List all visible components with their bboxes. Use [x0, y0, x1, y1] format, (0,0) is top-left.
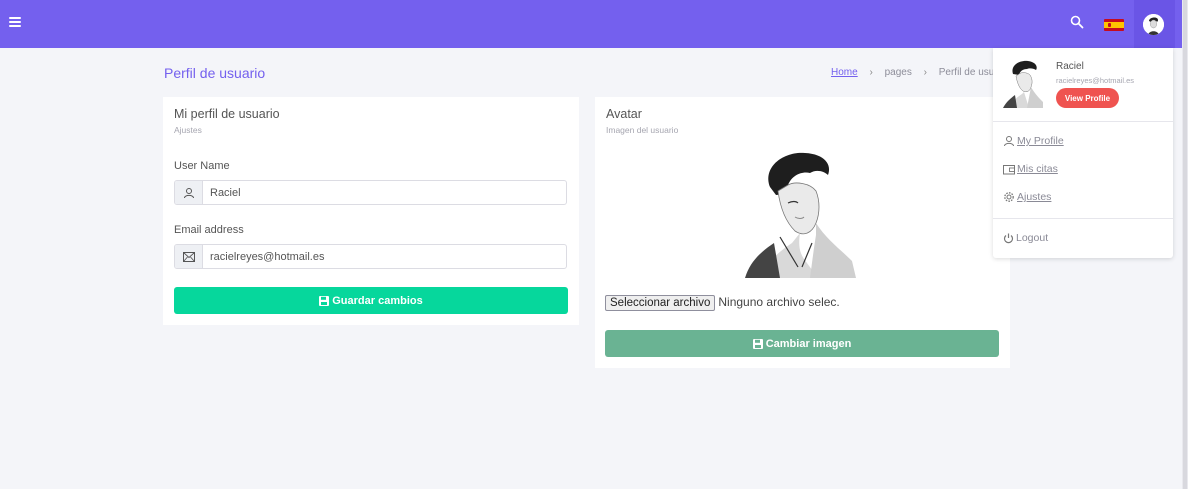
logout-label: Logout [1016, 232, 1049, 244]
user-icon [175, 181, 203, 204]
username-label: User Name [174, 160, 230, 172]
username-input-group [174, 180, 567, 205]
avatar-card: Avatar Imagen del usuario Seleccionar ar… [595, 97, 1010, 368]
divider [993, 121, 1173, 122]
user-menu-toggle[interactable] [1134, 0, 1175, 48]
chevron-right-icon: › [869, 67, 873, 78]
user-icon [1004, 136, 1014, 147]
avatar [1143, 14, 1164, 35]
menu-item-label: My Profile [1017, 135, 1064, 147]
scrollbar[interactable] [1182, 0, 1188, 489]
breadcrumb-home-link[interactable]: Home [831, 67, 858, 78]
avatar-card-subtitle: Imagen del usuario [606, 125, 679, 135]
email-input-group [174, 244, 567, 269]
logout-button[interactable]: Logout [1003, 232, 1048, 244]
file-input[interactable]: Seleccionar archivo Ninguno archivo selec… [605, 295, 840, 311]
profile-card: Mi perfil de usuario Ajustes User Name E… [163, 97, 579, 325]
menu-item-mis-citas[interactable]: Mis citas [1003, 163, 1058, 175]
breadcrumb-pages: pages [884, 67, 912, 78]
change-image-label: Cambiar imagen [765, 337, 852, 350]
user-email: racielreyes@hotmail.es [1056, 76, 1135, 85]
gear-icon [1004, 192, 1014, 202]
change-image-button[interactable]: Cambiar imagen [605, 330, 999, 357]
envelope-icon [175, 245, 203, 268]
save-changes-button[interactable]: Guardar cambios [174, 287, 568, 314]
choose-file-button[interactable]: Seleccionar archivo [605, 295, 716, 311]
page-title: Perfil de usuario [164, 65, 266, 81]
user-avatar-image [740, 151, 858, 278]
menu-item-label: Ajustes [1017, 191, 1052, 203]
avatar-card-title: Avatar [606, 107, 642, 121]
power-icon [1003, 233, 1014, 243]
spain-flag-icon[interactable] [1104, 19, 1124, 31]
hamburger-icon[interactable] [9, 17, 21, 29]
chevron-right-icon: › [923, 67, 927, 78]
file-status-text: Ninguno archivo selec. [718, 295, 840, 309]
view-profile-button[interactable]: View Profile [1056, 88, 1119, 108]
breadcrumb: Home › pages › Perfil de usuario [831, 67, 1011, 78]
top-navbar [0, 0, 1182, 48]
email-label: Email address [174, 224, 244, 236]
search-icon[interactable] [1070, 15, 1086, 31]
menu-item-my-profile[interactable]: My Profile [1003, 135, 1064, 147]
user-name: Raciel [1056, 61, 1084, 72]
profile-card-subtitle: Ajustes [174, 125, 202, 135]
menu-item-label: Mis citas [1017, 163, 1058, 175]
email-input[interactable] [203, 245, 566, 268]
divider [993, 218, 1173, 219]
save-changes-label: Guardar cambios [332, 294, 423, 307]
wallet-icon [1003, 164, 1015, 174]
floppy-disk-icon [752, 338, 763, 349]
profile-card-title: Mi perfil de usuario [174, 107, 280, 121]
username-input[interactable] [203, 181, 566, 204]
user-dropdown-menu: Raciel racielreyes@hotmail.es View Profi… [993, 48, 1173, 258]
menu-item-ajustes[interactable]: Ajustes [1003, 191, 1051, 203]
avatar [1003, 60, 1043, 108]
floppy-disk-icon [319, 295, 330, 306]
